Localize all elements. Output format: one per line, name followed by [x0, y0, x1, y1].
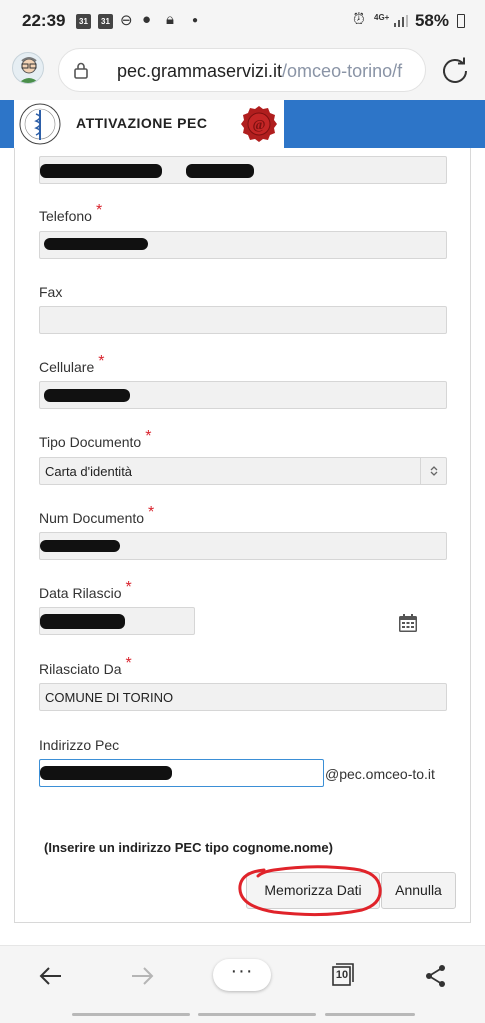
tabs-count: 10 — [335, 969, 349, 981]
fax-field[interactable] — [39, 306, 447, 334]
avatar-icon — [18, 57, 40, 83]
pec-domain-suffix: @pec.omceo-to.it — [325, 766, 435, 782]
tipo-documento-label: Tipo Documento * — [39, 428, 152, 450]
redaction-mark — [40, 614, 125, 629]
dot-icon: ● — [192, 15, 199, 26]
page-header: ATTIVAZIONE PEC @ — [14, 100, 284, 148]
redaction-mark — [40, 766, 172, 780]
required-mark: * — [95, 202, 103, 219]
url-text: pec.grammaservizi.it/omceo-torino/f — [117, 61, 415, 82]
calendar-icon: 31 — [98, 14, 113, 29]
redaction-mark — [40, 540, 120, 552]
telefono-label: Telefono * — [39, 202, 103, 224]
calendar-picker-icon[interactable] — [397, 612, 419, 634]
redaction-mark — [186, 164, 254, 178]
required-mark: * — [125, 655, 132, 672]
redaction-mark — [40, 164, 162, 178]
gesture-handle — [325, 1013, 415, 1016]
required-mark: * — [125, 579, 132, 596]
redaction-mark — [44, 238, 148, 250]
calendar-icon: 31 — [76, 14, 91, 29]
required-mark: * — [145, 428, 152, 445]
forward-arrow-icon[interactable] — [128, 962, 156, 990]
url-path: /omceo-torino/f — [282, 61, 403, 81]
cancel-button[interactable]: Annulla — [381, 872, 456, 909]
share-icon[interactable] — [422, 962, 450, 990]
gesture-handle — [72, 1013, 190, 1016]
page-title: ATTIVAZIONE PEC — [76, 115, 208, 131]
tabs-button[interactable]: 10 — [330, 963, 354, 987]
redaction-mark — [44, 389, 130, 402]
select-arrows-icon — [420, 458, 446, 484]
rilasciato-da-value: COMUNE DI TORINO — [45, 690, 174, 705]
lock-icon — [74, 62, 88, 79]
network-type: 4G+ — [374, 13, 390, 22]
data-rilascio-label: Data Rilascio * — [39, 579, 132, 601]
pec-format-note: (Inserire un indirizzo PEC tipo cognome.… — [44, 840, 333, 855]
cellulare-label: Cellulare * — [39, 353, 105, 375]
org-logo — [19, 103, 61, 145]
rilasciato-da-label: Rilasciato Da * — [39, 655, 132, 677]
alarm-icon: ⏰︎ — [353, 11, 365, 28]
battery-icon — [457, 14, 465, 28]
chat-icon: ● — [142, 11, 152, 28]
back-arrow-icon[interactable] — [37, 962, 65, 990]
tipo-documento-value: Carta d'identità — [45, 464, 133, 479]
rilasciato-da-field[interactable]: COMUNE DI TORINO — [39, 683, 447, 711]
fax-label: Fax — [39, 284, 63, 300]
required-mark: * — [148, 504, 155, 521]
status-time: 22:39 — [22, 11, 66, 30]
browser-toolbar: ··· 10 — [0, 945, 485, 1005]
save-button[interactable]: Memorizza Dati — [246, 872, 380, 909]
gesture-handle — [198, 1013, 316, 1016]
refresh-icon[interactable] — [440, 55, 470, 85]
profile-avatar[interactable] — [12, 52, 44, 84]
svg-text:@: @ — [252, 118, 265, 133]
gesture-bar — [0, 1005, 485, 1023]
menu-button[interactable]: ··· — [213, 959, 271, 991]
signal-icon — [394, 15, 408, 27]
url-bar[interactable]: pec.grammaservizi.it/omceo-torino/f — [58, 48, 426, 92]
battery-percent: 58% — [414, 11, 449, 30]
wax-seal-logo: @ — [241, 106, 277, 142]
indirizzo-pec-label: Indirizzo Pec — [39, 737, 120, 753]
status-bar: 22:39 31 31 ⊖ ● 🔒︎ ● ⏰︎ 4G+ 58% — [0, 0, 485, 44]
dnd-icon: ⊖ — [120, 12, 133, 29]
browser-address-bar: pec.grammaservizi.it/omceo-torino/f — [0, 44, 485, 100]
num-documento-label: Num Documento * — [39, 504, 155, 526]
lock-status-icon: 🔒︎ — [166, 11, 174, 28]
url-host: pec.grammaservizi.it — [117, 61, 283, 81]
tipo-documento-select[interactable]: Carta d'identità — [39, 457, 447, 485]
required-mark: * — [98, 353, 105, 370]
